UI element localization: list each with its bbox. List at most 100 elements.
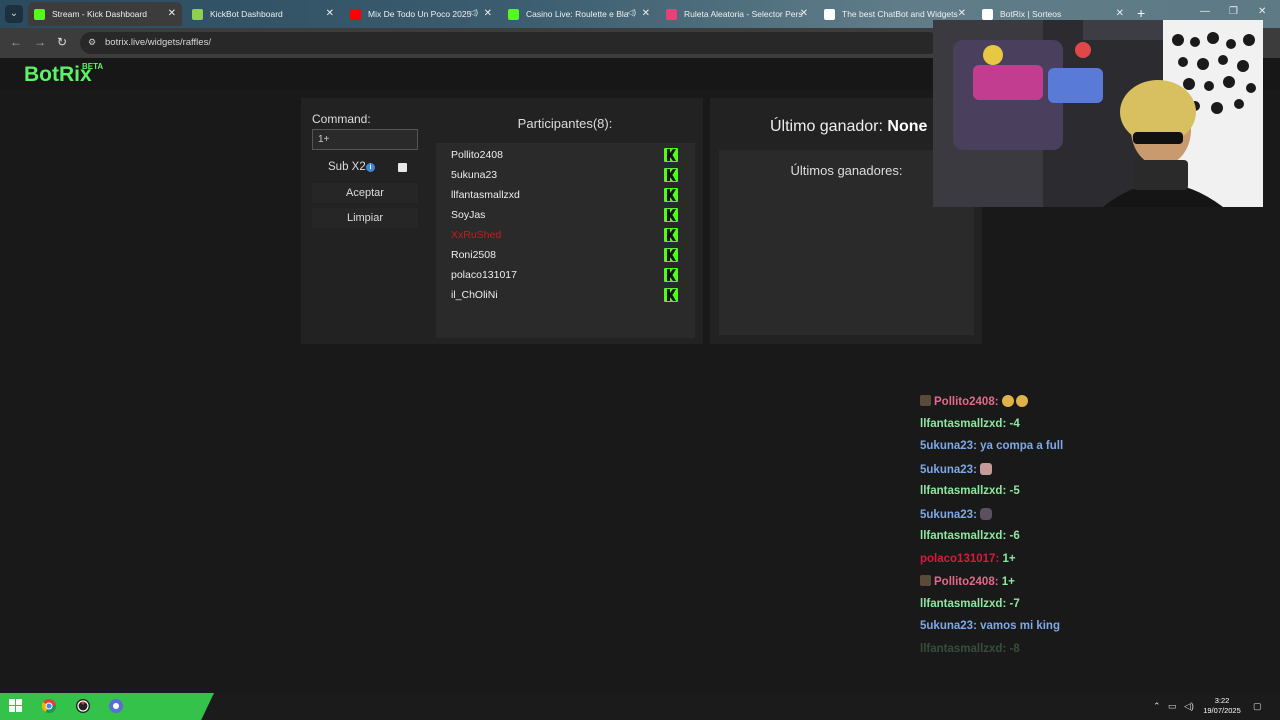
chat-username: Pollito2408 (934, 396, 995, 408)
chat-separator: : (994, 396, 1002, 408)
site-info-icon[interactable]: ⚙ (88, 37, 96, 48)
close-tab-icon[interactable]: ✕ (168, 8, 176, 19)
chat-username: 5ukuna23 (920, 463, 974, 476)
chat-text: -5 (1009, 485, 1020, 497)
tab-search-button[interactable]: ⌄ (5, 5, 23, 23)
close-tab-icon[interactable]: ✕ (326, 8, 334, 19)
participants-list: Pollito2408 5ukuna23 llfantasmallzxd SoyJas… (436, 143, 695, 338)
url-text[interactable]: botrix.live/widgets/raffles/ (105, 37, 211, 48)
windows-start-icon[interactable] (9, 699, 23, 713)
sub-x2-label: Sub X2 (328, 161, 366, 173)
casino-icon (508, 8, 519, 20)
chat-username: llfantasmallzxd (920, 597, 1003, 610)
forward-icon[interactable]: → (34, 35, 46, 49)
kick-icon (664, 288, 678, 302)
taskbar-clock[interactable]: 3:22 19/07/2025 (1200, 696, 1244, 716)
browser-tab[interactable]: Stream - Kick Dashboard ✕ (28, 2, 182, 26)
tray-chevron-icon[interactable]: ⌃ (1153, 701, 1161, 712)
participant-name[interactable]: XxRuShed (451, 229, 501, 241)
close-tab-icon[interactable]: ✕ (484, 8, 492, 19)
accept-button[interactable]: Aceptar (312, 183, 418, 203)
kick-icon (664, 268, 678, 282)
beta-badge: BETA (82, 62, 104, 71)
participant-row[interactable]: llfantasmallzxd (436, 185, 695, 205)
address-bar[interactable]: ⚙ botrix.live/widgets/raffles/ (80, 32, 940, 54)
close-tab-icon[interactable]: ✕ (800, 8, 808, 19)
tab-title: KickBot Dashboard (210, 9, 283, 19)
participant-row[interactable]: polaco131017 (436, 265, 695, 285)
taskbar: ⌃ ▭ ◁) 3:22 19/07/2025 ▢ (0, 693, 1280, 720)
chat-message: 5ukuna23: (920, 462, 994, 481)
volume-icon[interactable]: ◁) (1184, 701, 1194, 712)
participant-row[interactable]: XxRuShed (436, 225, 695, 245)
chat-username: llfantasmallzxd (920, 530, 1003, 542)
kick-icon (664, 228, 678, 242)
chat-username: 5ukuna23 (920, 620, 974, 632)
sub-x2-checkbox[interactable] (398, 163, 407, 172)
kick-icon (664, 188, 678, 202)
youtube-icon (350, 8, 361, 20)
back-icon[interactable]: ← (10, 35, 22, 49)
participant-name[interactable]: llfantasmallzxd (451, 189, 520, 201)
restore-icon[interactable]: ❐ (1229, 6, 1238, 17)
participant-name[interactable]: Pollito2408 (451, 149, 503, 161)
chat-username: 5ukuna23 (920, 508, 974, 521)
participant-row[interactable]: Pollito2408 (436, 145, 695, 165)
chat-message: llfantasmallzxd: -6 (920, 530, 1020, 548)
participant-row[interactable]: Roni2508 (436, 245, 695, 265)
tab-audio-icon[interactable]: ◁) (627, 8, 636, 17)
chat-username: polaco131017 (920, 552, 996, 565)
participant-name[interactable]: SoyJas (451, 209, 485, 221)
emote-icon (1001, 395, 1014, 407)
tab-title: The best ChatBot and Widgets (842, 9, 958, 19)
subscriber-badge-icon (920, 395, 931, 406)
browser-tab[interactable]: Ruleta Aleatoria - Selector Pers ✕ (660, 2, 814, 26)
browser-tab[interactable]: KickBot Dashboard ✕ (186, 2, 340, 26)
chat-username: Pollito2408 (934, 576, 995, 588)
chat-text: -6 (1009, 530, 1020, 542)
participant-row[interactable]: 5ukuna23 (436, 165, 695, 185)
participant-row[interactable]: SoyJas (436, 205, 695, 225)
participant-name[interactable]: Roni2508 (451, 249, 496, 261)
participant-name[interactable]: polaco131017 (451, 269, 517, 281)
command-input[interactable] (312, 129, 418, 150)
network-icon[interactable]: ▭ (1168, 701, 1177, 712)
last-winner-value: None (887, 118, 928, 135)
emote-icon (980, 507, 993, 520)
reload-icon[interactable]: ↻ (57, 35, 67, 49)
webcam-overlay (933, 20, 1263, 207)
chat-username: llfantasmallzxd (920, 485, 1003, 497)
chat-message: Pollito2408: (920, 395, 1030, 413)
obs-icon[interactable] (76, 699, 90, 713)
close-tab-icon[interactable]: ✕ (1116, 8, 1124, 19)
chat-separator: : (973, 508, 981, 521)
chat-message: llfantasmallzxd: -5 (920, 485, 1020, 503)
chat-username: llfantasmallzxd (920, 642, 1003, 655)
chat-separator: : (973, 463, 981, 476)
notifications-icon[interactable]: ▢ (1253, 701, 1262, 712)
info-icon[interactable]: i (366, 163, 375, 172)
close-tab-icon[interactable]: ✕ (958, 8, 966, 19)
new-tab-button[interactable]: + (1137, 6, 1145, 20)
command-label: Command: (312, 112, 371, 126)
chat-text: -8 (1009, 642, 1020, 655)
subscriber-badge-icon (920, 575, 931, 586)
chat-message: llfantasmallzxd: -7 (920, 598, 1020, 616)
minimize-icon[interactable]: — (1200, 6, 1210, 17)
participant-row[interactable]: il_ChOliNi (436, 285, 695, 305)
close-tab-icon[interactable]: ✕ (642, 8, 650, 19)
tab-title: BotRix | Sorteos (1000, 9, 1062, 19)
clear-button[interactable]: Limpiar (312, 208, 418, 228)
chat-text: vamos mi king (980, 620, 1060, 632)
chrome-icon[interactable] (42, 699, 56, 713)
last-winner-label: Último ganador: (770, 118, 883, 135)
chat-separator: : (994, 576, 1002, 588)
participant-name[interactable]: 5ukuna23 (451, 169, 497, 181)
close-window-icon[interactable]: ✕ (1258, 6, 1266, 17)
browser-tab[interactable]: Mix De Todo Un Poco 2025 ◁) ✕ (344, 2, 498, 26)
participant-name[interactable]: il_ChOliNi (451, 289, 498, 301)
tab-audio-icon[interactable]: ◁) (469, 8, 478, 17)
chat-text: -4 (1009, 417, 1020, 430)
app-icon[interactable] (109, 699, 123, 713)
browser-tab[interactable]: Casino Live: Roulette e Bla ◁) ✕ (502, 2, 656, 26)
